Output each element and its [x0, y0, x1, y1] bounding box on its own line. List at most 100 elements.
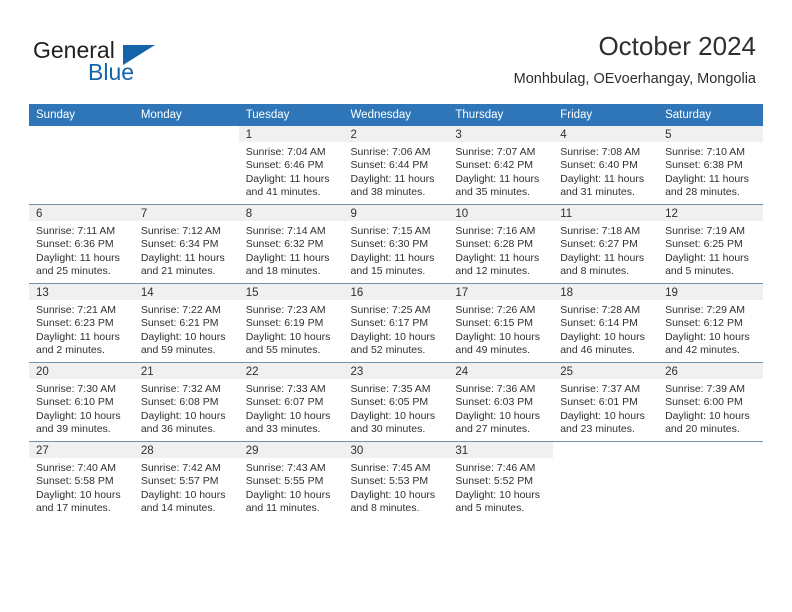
calendar-day-cell[interactable]: 18 Sunrise: 7:28 AM Sunset: 6:14 PM Dayligh… — [553, 283, 659, 363]
daylight-text: Daylight: 10 hours — [140, 409, 226, 422]
sunset-text: Sunset: 6:01 PM — [560, 396, 638, 409]
calendar-day-cell[interactable]: 17 Sunrise: 7:26 AM Sunset: 6:15 PM Dayligh… — [448, 283, 554, 363]
day-cell-content: 10 Sunrise: 7:16 AM Sunset: 6:28 PM Dayligh… — [448, 205, 554, 283]
calendar-week-row: 6 Sunrise: 7:11 AM Sunset: 6:36 PM Daylight… — [29, 204, 763, 284]
daylight-text: and 12 minutes. — [455, 264, 531, 277]
calendar-day-cell[interactable]: 6 Sunrise: 7:11 AM Sunset: 6:36 PM Daylight… — [29, 204, 134, 284]
calendar-day-cell[interactable]: 13 Sunrise: 7:21 AM Sunset: 6:23 PM Dayligh… — [29, 283, 134, 363]
sunset-text: Sunset: 6:36 PM — [36, 238, 114, 251]
daylight-text: Daylight: 10 hours — [36, 409, 121, 422]
day-number: 28 — [133, 442, 239, 458]
sunset-text: Sunset: 6:32 PM — [245, 238, 324, 251]
sunrise-text: Sunrise: 7:26 AM — [455, 304, 536, 316]
calendar-day-cell[interactable] — [658, 441, 763, 520]
day-cell-content: 17 Sunrise: 7:26 AM Sunset: 6:15 PM Dayligh… — [448, 284, 554, 362]
day-cell-content: 23 Sunrise: 7:35 AM Sunset: 6:05 PM Dayligh… — [343, 363, 449, 441]
sunrise-text: Sunrise: 7:22 AM — [140, 304, 221, 316]
calendar-day-cell[interactable]: 7 Sunrise: 7:12 AM Sunset: 6:34 PM Daylight… — [133, 204, 239, 284]
day-number: 27 — [29, 442, 134, 458]
daylight-text: and 5 minutes. — [665, 264, 734, 277]
daylight-text: and 17 minutes. — [36, 501, 111, 514]
day-sun-details — [29, 142, 134, 146]
daylight-text: and 35 minutes. — [455, 185, 531, 198]
calendar-day-cell[interactable] — [553, 441, 659, 520]
calendar-day-cell[interactable]: 22 Sunrise: 7:33 AM Sunset: 6:07 PM Dayligh… — [238, 362, 344, 442]
day-number: 12 — [658, 205, 763, 221]
daylight-text: Daylight: 10 hours — [350, 488, 436, 501]
day-cell-content: 31 Sunrise: 7:46 AM Sunset: 5:52 PM Dayligh… — [448, 442, 554, 520]
daylight-text: and 28 minutes. — [665, 185, 740, 198]
calendar-day-cell[interactable]: 31 Sunrise: 7:46 AM Sunset: 5:52 PM Dayligh… — [448, 441, 554, 520]
day-cell-content: 25 Sunrise: 7:37 AM Sunset: 6:01 PM Dayligh… — [553, 363, 659, 441]
day-cell-content: 1 Sunrise: 7:04 AM Sunset: 6:46 PM Daylight… — [238, 126, 344, 204]
calendar-day-cell[interactable]: 11 Sunrise: 7:18 AM Sunset: 6:27 PM Dayligh… — [553, 204, 659, 284]
sunset-text: Sunset: 6:15 PM — [455, 317, 534, 330]
day-sun-details: Sunrise: 7:32 AM Sunset: 6:08 PM Daylight:… — [134, 379, 239, 436]
calendar-day-cell[interactable]: 12 Sunrise: 7:19 AM Sunset: 6:25 PM Dayligh… — [658, 204, 763, 284]
day-sun-details: Sunrise: 7:25 AM Sunset: 6:17 PM Daylight:… — [344, 300, 449, 357]
calendar-day-cell[interactable]: 10 Sunrise: 7:16 AM Sunset: 6:28 PM Dayligh… — [448, 204, 554, 284]
calendar-day-cell[interactable]: 1 Sunrise: 7:04 AM Sunset: 6:46 PM Daylight… — [238, 126, 344, 205]
daylight-text: Daylight: 11 hours — [140, 251, 225, 264]
day-cell-content: 16 Sunrise: 7:25 AM Sunset: 6:17 PM Dayligh… — [343, 284, 449, 362]
sunrise-text: Sunrise: 7:32 AM — [140, 383, 221, 395]
calendar-day-cell[interactable]: 29 Sunrise: 7:43 AM Sunset: 5:55 PM Dayligh… — [238, 441, 344, 520]
general-blue-logo[interactable]: General Blue — [33, 37, 213, 89]
sunset-text: Sunset: 6:34 PM — [140, 238, 219, 251]
day-number: 1 — [238, 126, 344, 142]
calendar-day-cell[interactable]: 23 Sunrise: 7:35 AM Sunset: 6:05 PM Dayligh… — [343, 362, 449, 442]
sunset-text: Sunset: 5:55 PM — [245, 475, 324, 488]
daylight-text: and 31 minutes. — [560, 185, 635, 198]
sunrise-text: Sunrise: 7:29 AM — [665, 304, 746, 316]
calendar-day-cell[interactable]: 19 Sunrise: 7:29 AM Sunset: 6:12 PM Dayligh… — [658, 283, 763, 363]
sunset-text: Sunset: 6:44 PM — [350, 159, 429, 172]
day-cell-content — [553, 442, 659, 520]
sunset-text: Sunset: 6:19 PM — [245, 317, 324, 330]
day-number: 21 — [133, 363, 239, 379]
calendar-day-cell[interactable]: 5 Sunrise: 7:10 AM Sunset: 6:38 PM Daylight… — [658, 126, 763, 205]
day-sun-details: Sunrise: 7:15 AM Sunset: 6:30 PM Daylight:… — [344, 221, 449, 278]
day-cell-content: 28 Sunrise: 7:42 AM Sunset: 5:57 PM Dayligh… — [133, 442, 239, 520]
calendar-day-cell[interactable]: 24 Sunrise: 7:36 AM Sunset: 6:03 PM Dayligh… — [448, 362, 554, 442]
calendar-day-cell[interactable]: 9 Sunrise: 7:15 AM Sunset: 6:30 PM Daylight… — [343, 204, 449, 284]
day-sun-details: Sunrise: 7:14 AM Sunset: 6:32 PM Daylight:… — [239, 221, 344, 278]
day-cell-content: 20 Sunrise: 7:30 AM Sunset: 6:10 PM Dayligh… — [29, 363, 134, 441]
day-number — [133, 126, 239, 142]
calendar-day-cell[interactable]: 30 Sunrise: 7:45 AM Sunset: 5:53 PM Dayligh… — [343, 441, 449, 520]
daylight-text: Daylight: 10 hours — [140, 488, 226, 501]
calendar-day-cell[interactable]: 8 Sunrise: 7:14 AM Sunset: 6:32 PM Daylight… — [238, 204, 344, 284]
calendar-day-cell[interactable]: 27 Sunrise: 7:40 AM Sunset: 5:58 PM Dayligh… — [29, 441, 134, 520]
sunset-text: Sunset: 5:53 PM — [350, 475, 429, 488]
day-number: 23 — [343, 363, 449, 379]
day-cell-content: 18 Sunrise: 7:28 AM Sunset: 6:14 PM Dayligh… — [553, 284, 659, 362]
calendar-day-cell[interactable]: 3 Sunrise: 7:07 AM Sunset: 6:42 PM Daylight… — [448, 126, 554, 205]
calendar-day-cell[interactable]: 25 Sunrise: 7:37 AM Sunset: 6:01 PM Dayligh… — [553, 362, 659, 442]
calendar-day-cell[interactable]: 26 Sunrise: 7:39 AM Sunset: 6:00 PM Dayligh… — [658, 362, 763, 442]
calendar-day-cell[interactable]: 16 Sunrise: 7:25 AM Sunset: 6:17 PM Dayligh… — [343, 283, 449, 363]
calendar-day-cell[interactable]: 15 Sunrise: 7:23 AM Sunset: 6:19 PM Dayligh… — [238, 283, 344, 363]
calendar-day-cell[interactable]: 20 Sunrise: 7:30 AM Sunset: 6:10 PM Dayligh… — [29, 362, 134, 442]
daylight-text: Daylight: 11 hours — [36, 251, 120, 264]
sunrise-text: Sunrise: 7:28 AM — [560, 304, 641, 316]
sunset-text: Sunset: 6:40 PM — [560, 159, 638, 172]
calendar-day-cell[interactable] — [133, 126, 239, 205]
calendar-day-cell[interactable] — [29, 126, 134, 205]
calendar-day-cell[interactable]: 28 Sunrise: 7:42 AM Sunset: 5:57 PM Dayligh… — [133, 441, 239, 520]
sunset-text: Sunset: 6:38 PM — [665, 159, 743, 172]
day-number: 24 — [448, 363, 554, 379]
daylight-text: and 14 minutes. — [140, 501, 216, 514]
weekday-header-friday: Friday — [553, 104, 659, 126]
day-number: 17 — [448, 284, 554, 300]
daylight-text: and 42 minutes. — [665, 343, 740, 356]
daylight-text: and 55 minutes. — [245, 343, 321, 356]
daylight-text: Daylight: 10 hours — [560, 409, 645, 422]
day-number: 13 — [29, 284, 134, 300]
calendar-day-cell[interactable]: 21 Sunrise: 7:32 AM Sunset: 6:08 PM Dayligh… — [133, 362, 239, 442]
day-number: 11 — [553, 205, 659, 221]
day-number: 8 — [238, 205, 344, 221]
daylight-text: and 23 minutes. — [560, 422, 635, 435]
calendar-day-cell[interactable]: 14 Sunrise: 7:22 AM Sunset: 6:21 PM Dayligh… — [133, 283, 239, 363]
calendar-day-cell[interactable]: 4 Sunrise: 7:08 AM Sunset: 6:40 PM Daylight… — [553, 126, 659, 205]
day-cell-content: 24 Sunrise: 7:36 AM Sunset: 6:03 PM Dayligh… — [448, 363, 554, 441]
calendar-day-cell[interactable]: 2 Sunrise: 7:06 AM Sunset: 6:44 PM Daylight… — [343, 126, 449, 205]
